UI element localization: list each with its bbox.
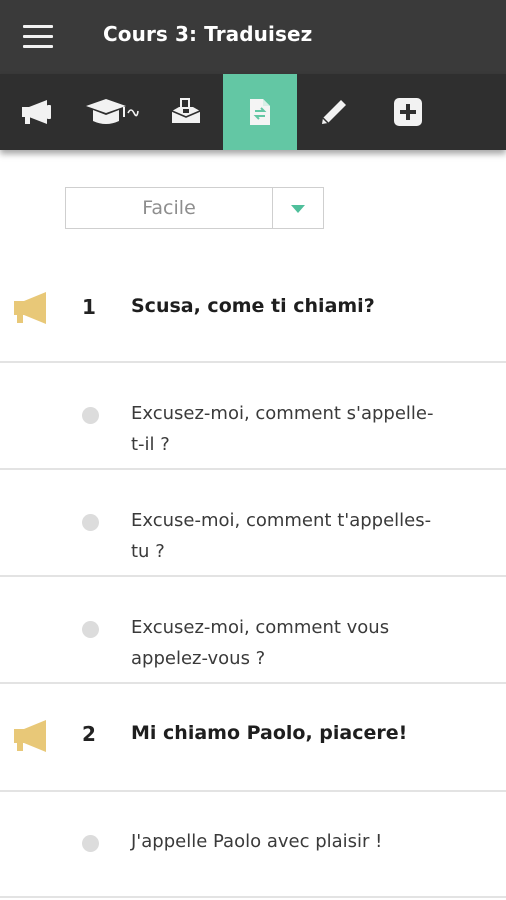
question-text: Mi chiamo Paolo, piacere! <box>131 722 408 744</box>
question-number: 1 <box>82 295 96 319</box>
tab-submit[interactable] <box>149 74 223 150</box>
answer-line: J'appelle Paolo avec plaisir ! <box>131 831 383 852</box>
question-number: 2 <box>82 722 96 746</box>
speaker-icon[interactable] <box>12 718 50 754</box>
tab-translate[interactable] <box>223 74 297 150</box>
answer-option[interactable]: J'appelle Paolo avec plaisir ! <box>0 792 506 898</box>
radio-button[interactable] <box>82 621 99 638</box>
radio-button[interactable] <box>82 407 99 424</box>
lesson-toolbar <box>0 74 506 150</box>
tab-write[interactable] <box>297 74 371 150</box>
graduation-cap-icon <box>85 99 139 124</box>
tab-add[interactable] <box>371 74 445 150</box>
divider <box>0 896 506 898</box>
answer-option[interactable]: Excuse-moi, comment t'appelles- tu ? <box>0 470 506 577</box>
select-divider <box>272 188 273 228</box>
answer-text[interactable]: J'appelle Paolo avec plaisir ! <box>131 826 481 857</box>
answer-text[interactable]: Excusez-moi, comment s'appelle- t-il ? <box>131 398 481 460</box>
translate-document-icon <box>250 99 270 125</box>
answer-text[interactable]: Excuse-moi, comment t'appelles- tu ? <box>131 505 481 567</box>
inbox-upload-icon <box>171 98 201 123</box>
menu-icon[interactable] <box>23 25 53 49</box>
question-row: 2 Mi chiamo Paolo, piacere! <box>0 684 506 792</box>
difficulty-value: Facile <box>142 197 196 219</box>
difficulty-select[interactable]: Facile <box>65 187 324 229</box>
question-row: 1 Scusa, come ti chiami? <box>0 255 506 363</box>
answer-line: t-il ? <box>131 434 170 455</box>
radio-button[interactable] <box>82 835 99 852</box>
answer-text[interactable]: Excusez-moi, comment vous appelez-vous ? <box>131 612 481 674</box>
answer-line: Excusez-moi, comment vous <box>131 617 390 638</box>
speaker-icon[interactable] <box>12 290 50 326</box>
chevron-down-icon[interactable] <box>291 205 305 213</box>
tab-learn[interactable] <box>74 74 149 150</box>
answer-option[interactable]: Excusez-moi, comment s'appelle- t-il ? <box>0 363 506 470</box>
plus-square-icon <box>394 98 422 126</box>
answer-line: tu ? <box>131 541 165 562</box>
answer-line: Excusez-moi, comment s'appelle- <box>131 403 434 424</box>
radio-button[interactable] <box>82 514 99 531</box>
answer-line: appelez-vous ? <box>131 648 266 669</box>
question-text: Scusa, come ti chiami? <box>131 295 375 317</box>
tab-listen[interactable] <box>0 74 74 150</box>
megaphone-icon <box>22 100 51 124</box>
answer-option[interactable]: Excusez-moi, comment vous appelez-vous ? <box>0 577 506 684</box>
answer-line: Excuse-moi, comment t'appelles- <box>131 510 432 531</box>
pencil-icon <box>322 100 346 124</box>
page-title: Cours 3: Traduisez <box>103 22 313 46</box>
app-header: Cours 3: Traduisez <box>0 0 506 74</box>
